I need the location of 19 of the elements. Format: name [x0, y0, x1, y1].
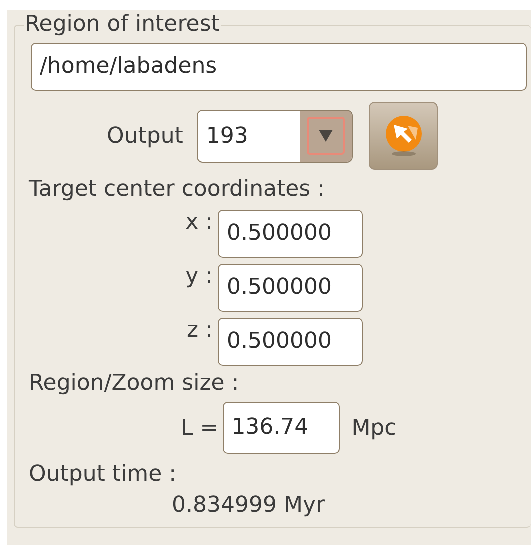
- path-field[interactable]: /home/labadens: [31, 43, 527, 91]
- coordinate-label: z :: [187, 318, 213, 345]
- coordinate-label: y :: [186, 264, 213, 291]
- size-label: L =: [181, 416, 219, 440]
- output-dropdown[interactable]: 193: [197, 110, 354, 162]
- coordinate-field[interactable]: 0.500000: [218, 318, 363, 366]
- unit-label: Mpc: [352, 416, 397, 440]
- size-field[interactable]: 136.74: [222, 402, 340, 454]
- section-heading: Target center coordinates :: [29, 176, 326, 204]
- coordinate-field[interactable]: 0.500000: [218, 264, 363, 312]
- coordinate-label: x :: [186, 210, 213, 237]
- output-label: Output: [107, 124, 184, 148]
- time-value: 0.834999 Myr: [172, 493, 326, 518]
- group-title: Region of interest: [24, 11, 221, 39]
- section-heading: Region/Zoom size :: [29, 370, 240, 398]
- action-button[interactable]: [369, 102, 438, 170]
- dropdown-arrow-icon[interactable]: [319, 129, 334, 143]
- coordinate-field[interactable]: 0.500000: [218, 210, 363, 258]
- section-heading: Output time :: [29, 461, 178, 489]
